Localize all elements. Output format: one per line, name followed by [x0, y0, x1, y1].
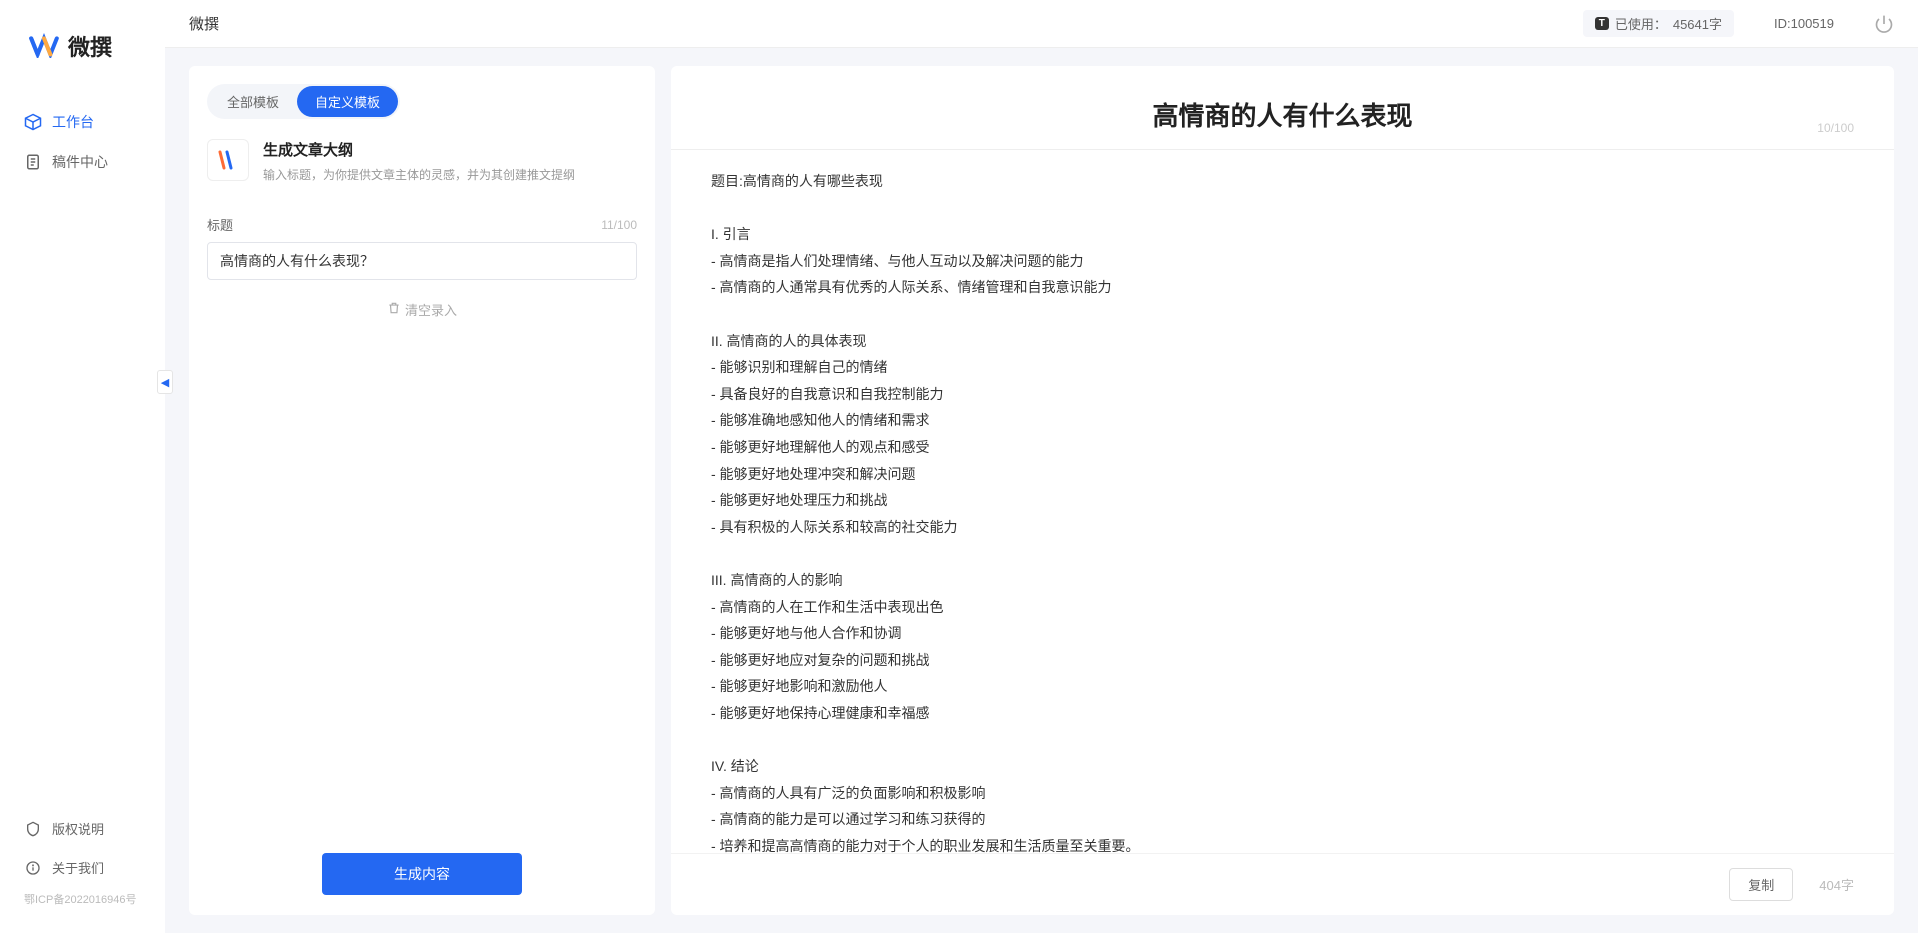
sidebar: 微撰 工作台 稿件中心 版权说明 关于我们 鄂ICP备2022016946号 [0, 0, 165, 933]
topbar-title: 微撰 [189, 13, 1583, 34]
tabs-inner: 全部模板 自定义模板 [207, 84, 400, 119]
panel-right: 高情商的人有什么表现 10/100 题目:高情商的人有哪些表现 I. 引言 - … [671, 66, 1894, 915]
usage-badge: T [1595, 17, 1609, 30]
clear-button[interactable]: 清空录入 [189, 280, 655, 339]
info-icon [24, 859, 42, 877]
word-count: 404字 [1819, 875, 1854, 894]
icp-text: 鄂ICP备2022016946号 [0, 887, 165, 917]
result-footer: 复制 404字 [671, 853, 1894, 915]
content: 全部模板 自定义模板 生成文章大纲 输入标题，为你提供文章主体的灵感，并为其创建… [165, 48, 1918, 933]
shield-icon [24, 820, 42, 838]
tab-custom-templates[interactable]: 自定义模板 [297, 86, 398, 117]
main: 微撰 T 已使用： 45641字 ID:100519 全部模板 自定义模板 [165, 0, 1918, 933]
nav-label: 工作台 [52, 112, 94, 132]
doc-icon [24, 153, 42, 171]
clear-label: 清空录入 [405, 300, 457, 319]
power-icon[interactable] [1874, 14, 1894, 34]
copy-button[interactable]: 复制 [1729, 868, 1793, 901]
sidebar-bottom: 版权说明 关于我们 鄂ICP备2022016946号 [0, 809, 165, 933]
app-root: 微撰 工作台 稿件中心 版权说明 关于我们 鄂ICP备2022016946号 [0, 0, 1918, 933]
nav-label: 版权说明 [52, 819, 104, 838]
field-counter: 11/100 [601, 218, 637, 232]
trash-icon [387, 301, 401, 318]
nav-workbench[interactable]: 工作台 [0, 102, 165, 142]
chevron-left-icon: ◀ [161, 376, 169, 389]
nav-drafts[interactable]: 稿件中心 [0, 142, 165, 182]
collapse-handle[interactable]: ◀ [157, 370, 173, 394]
tab-all-templates[interactable]: 全部模板 [209, 86, 297, 117]
generate-button[interactable]: 生成内容 [322, 853, 522, 895]
template-desc: 输入标题，为你提供文章主体的灵感，并为其创建推文提纲 [263, 166, 575, 183]
nav-label: 稿件中心 [52, 152, 108, 172]
user-id: ID:100519 [1774, 16, 1834, 31]
usage-prefix: 已使用： [1615, 14, 1667, 33]
logo: 微撰 [0, 30, 165, 102]
template-card: 生成文章大纲 输入标题，为你提供文章主体的灵感，并为其创建推文提纲 [189, 119, 655, 203]
nav-about[interactable]: 关于我们 [0, 848, 165, 887]
usage-pill[interactable]: T 已使用： 45641字 [1583, 10, 1734, 37]
result-title-counter: 10/100 [1817, 121, 1854, 135]
field-label: 标题 [207, 215, 233, 234]
nav-main: 工作台 稿件中心 [0, 102, 165, 809]
tabs: 全部模板 自定义模板 [189, 66, 655, 119]
template-title: 生成文章大纲 [263, 139, 575, 160]
nav-label: 关于我们 [52, 858, 104, 877]
topbar-right: T 已使用： 45641字 ID:100519 [1583, 10, 1894, 37]
title-field: 标题 11/100 [189, 203, 655, 280]
logo-text: 微撰 [68, 30, 112, 62]
result-title: 高情商的人有什么表现 [711, 96, 1854, 133]
logo-icon [28, 32, 60, 60]
usage-value: 45641字 [1673, 14, 1722, 33]
title-input[interactable] [207, 242, 637, 280]
panel-left: 全部模板 自定义模板 生成文章大纲 输入标题，为你提供文章主体的灵感，并为其创建… [189, 66, 655, 915]
nav-copyright[interactable]: 版权说明 [0, 809, 165, 848]
template-info: 生成文章大纲 输入标题，为你提供文章主体的灵感，并为其创建推文提纲 [263, 139, 575, 183]
left-footer: 生成内容 [189, 833, 655, 915]
result-body[interactable]: 题目:高情商的人有哪些表现 I. 引言 - 高情商是指人们处理情绪、与他人互动以… [671, 150, 1894, 853]
cube-icon [24, 113, 42, 131]
topbar: 微撰 T 已使用： 45641字 ID:100519 [165, 0, 1918, 48]
template-thumb-icon [207, 139, 249, 181]
result-header: 高情商的人有什么表现 10/100 [671, 66, 1894, 150]
